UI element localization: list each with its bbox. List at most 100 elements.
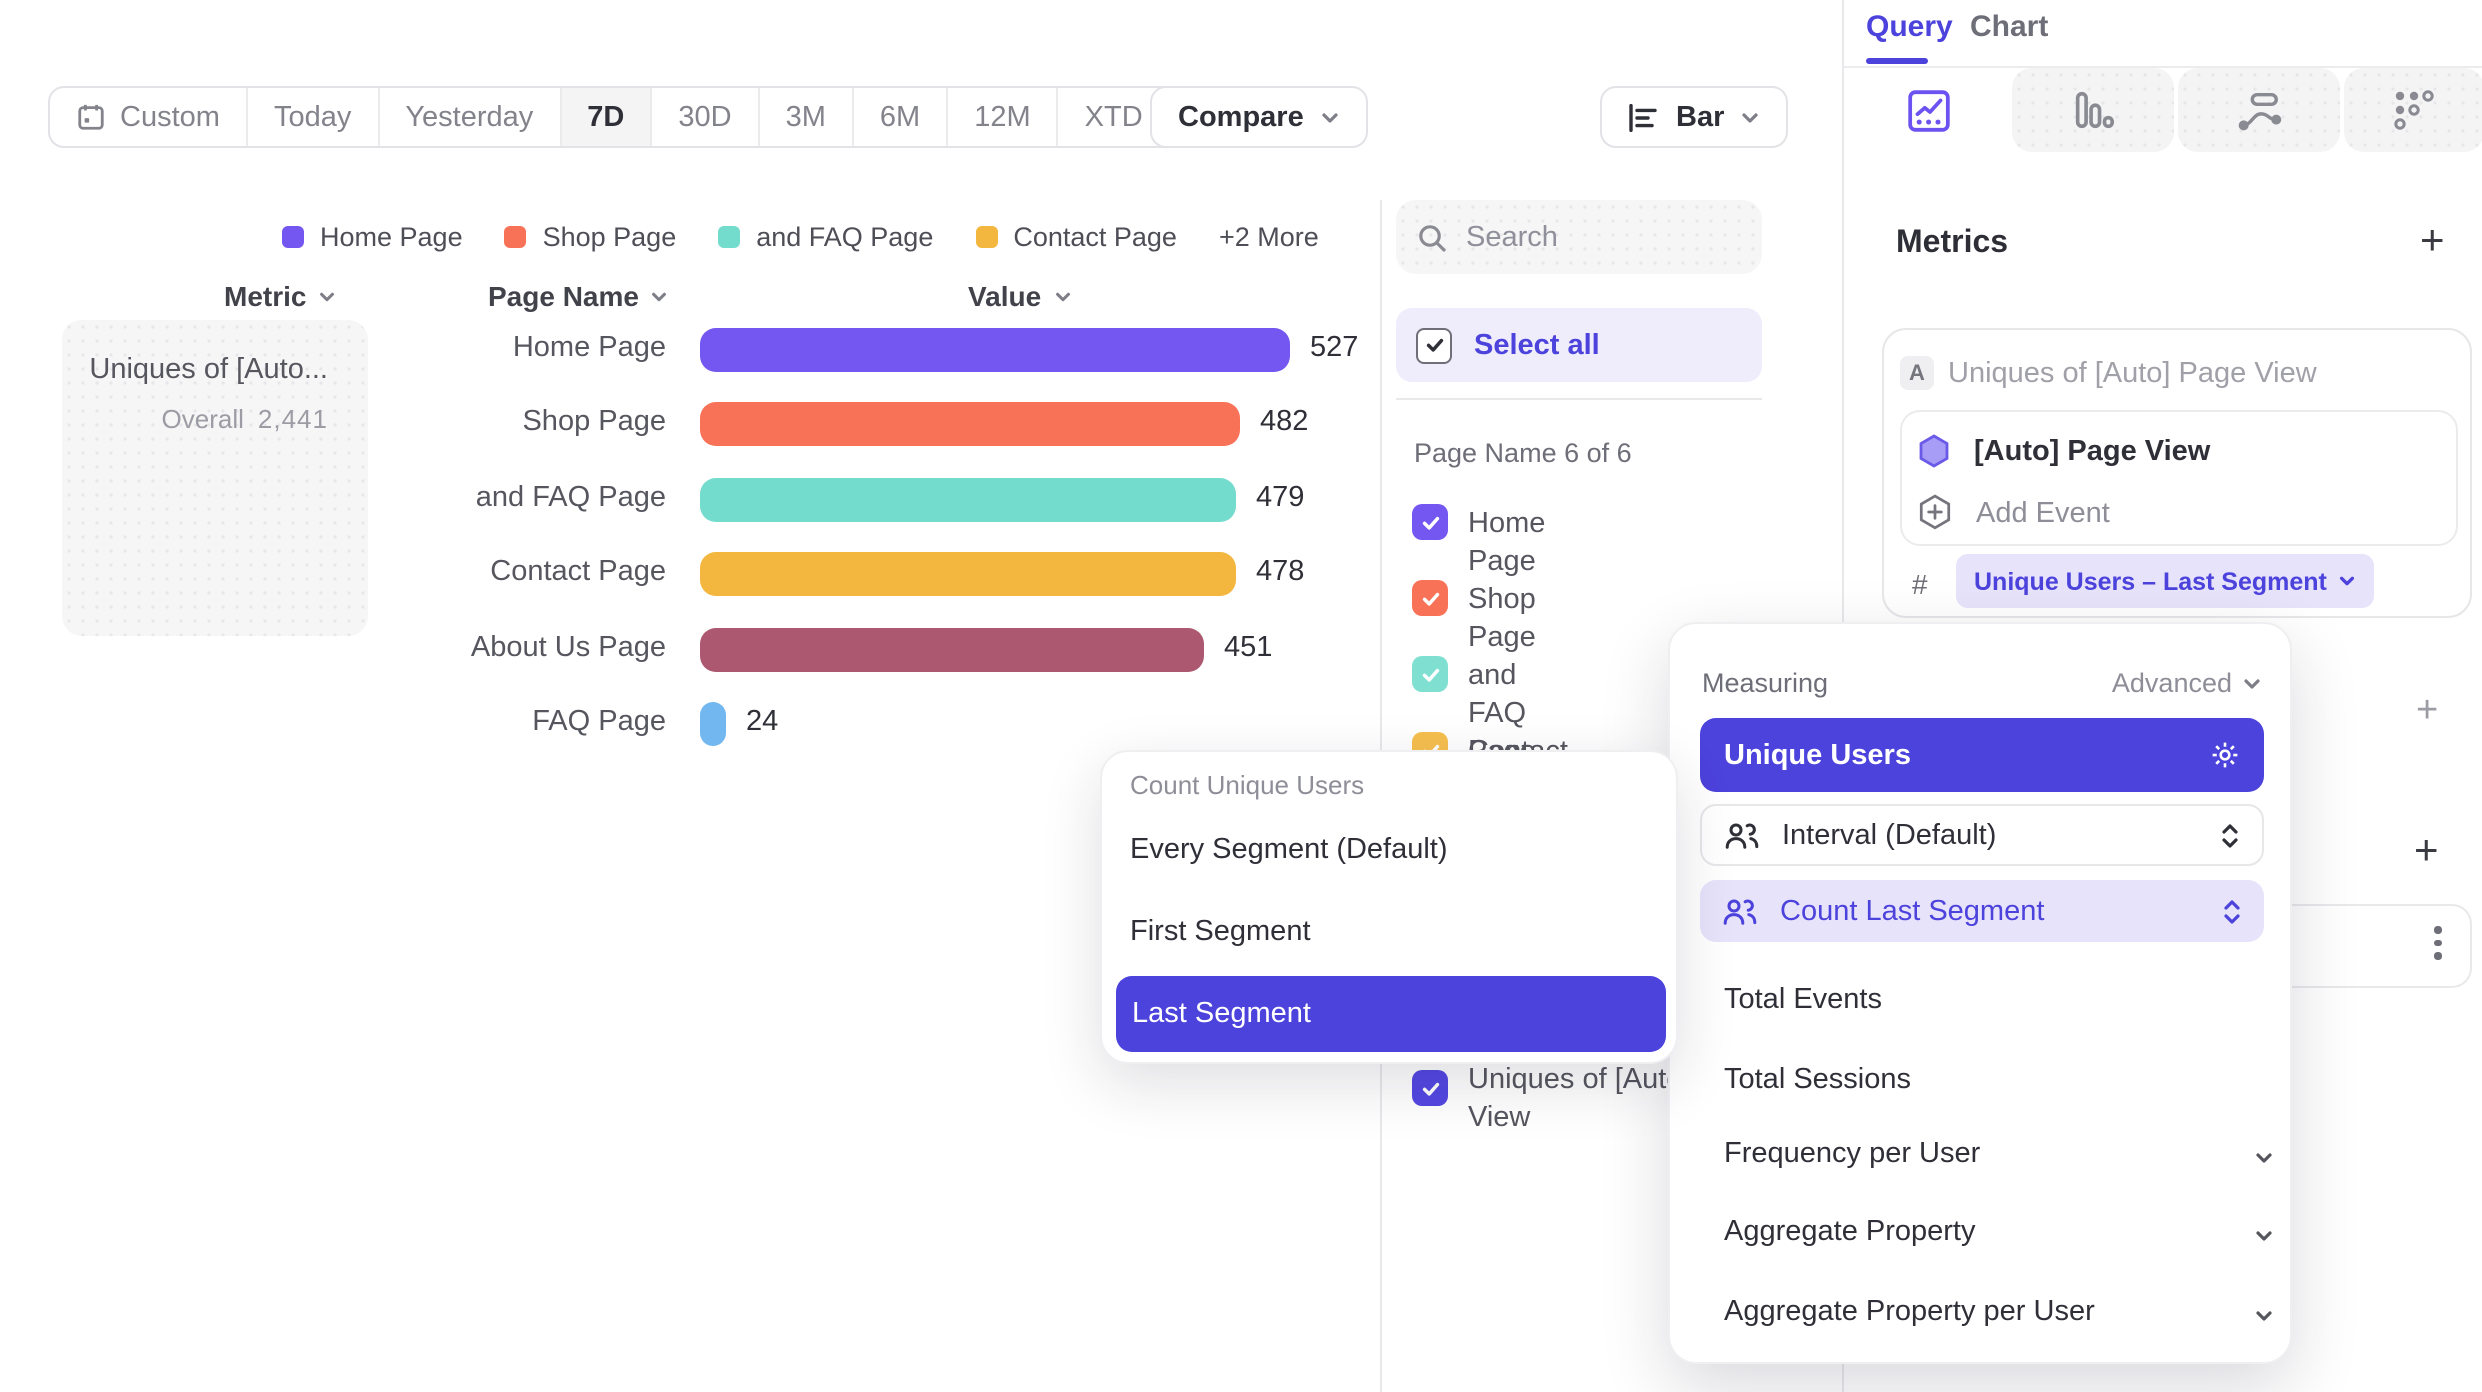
filter-checkbox[interactable] <box>1412 656 1448 692</box>
column-header-metric[interactable]: Metric <box>224 280 336 312</box>
select-all-checkbox[interactable] <box>1416 327 1452 363</box>
calendar-icon <box>76 102 106 132</box>
chevron-down-icon <box>2254 1302 2274 1334</box>
advanced-toggle[interactable]: Advanced <box>2112 668 2262 698</box>
date-range-3m[interactable]: 3M <box>760 88 854 146</box>
date-range-label: 30D <box>678 101 731 133</box>
event-row[interactable]: [Auto] Page View <box>1918 434 2210 470</box>
page-name-header-label: Page Name <box>488 280 639 312</box>
stepper-icon <box>2220 821 2240 849</box>
compare-label: Compare <box>1178 101 1304 133</box>
compare-button[interactable]: Compare <box>1150 86 1368 148</box>
add-event-label: Add Event <box>1976 497 2110 529</box>
interval-label: Interval (Default) <box>1782 819 1996 851</box>
date-range-yesterday[interactable]: Yesterday <box>379 88 561 146</box>
chevron-down-icon <box>2254 1222 2274 1254</box>
filter-checkbox[interactable] <box>1412 504 1448 540</box>
chart-type-select[interactable]: Bar <box>1600 86 1788 148</box>
option-interval-default[interactable]: Interval (Default) <box>1700 804 2264 866</box>
bar-value: 451 <box>1224 631 1272 663</box>
bar-shop-page[interactable] <box>700 402 1240 446</box>
metric-filter-checkbox[interactable] <box>1412 1070 1448 1106</box>
select-all-row[interactable]: Select all <box>1396 308 1762 382</box>
measuring-option-aggregate-property-per-user[interactable]: Aggregate Property per User <box>1724 1296 2095 1328</box>
date-range-12m[interactable]: 12M <box>948 88 1058 146</box>
metric-query-card: A Uniques of [Auto] Page View [Auto] Pag… <box>1882 328 2472 618</box>
bar-home-page[interactable] <box>700 327 1290 371</box>
filter-item-home-page[interactable]: Home Page <box>1412 504 1545 581</box>
column-header-value[interactable]: Value <box>968 280 1071 312</box>
measure-pill-label: Unique Users – Last Segment <box>1974 567 2327 595</box>
measuring-option-total-sessions[interactable]: Total Sessions <box>1724 1064 1911 1096</box>
chevron-down-icon <box>2339 572 2357 590</box>
filter-checkbox[interactable] <box>1412 580 1448 616</box>
count-last-segment-label: Count Last Segment <box>1780 895 2044 927</box>
measuring-option-frequency-per-user[interactable]: Frequency per User <box>1724 1138 1980 1170</box>
gear-icon[interactable] <box>2210 740 2240 770</box>
add-filter-button[interactable]: + <box>2416 690 2438 734</box>
legend-label: Home Page <box>320 222 463 252</box>
add-event-button[interactable]: Add Event <box>1918 494 2110 532</box>
date-range-30d[interactable]: 30D <box>652 88 759 146</box>
legend-more[interactable]: +2 More <box>1219 222 1319 252</box>
tab-retention[interactable] <box>2344 68 2482 152</box>
legend-label: Contact Page <box>1013 222 1177 252</box>
date-range-custom[interactable]: Custom <box>50 88 248 146</box>
measuring-option-total-events[interactable]: Total Events <box>1724 984 1882 1016</box>
chevron-down-icon <box>2254 1144 2274 1176</box>
chevron-down-icon <box>1320 107 1340 127</box>
search-input[interactable] <box>1466 221 1726 253</box>
people-icon <box>1724 821 1760 849</box>
filter-group-label: Page Name 6 of 6 <box>1414 438 1632 468</box>
hexagon-plus-icon <box>1918 494 1952 532</box>
measuring-title: Measuring <box>1702 668 1828 698</box>
bar-about-us-page[interactable] <box>700 627 1204 671</box>
segment-option-every-segment-default[interactable]: Every Segment (Default) <box>1130 834 1448 866</box>
event-card: [Auto] Page View Add Event <box>1900 410 2458 546</box>
bar-and-faq-page[interactable] <box>700 477 1236 521</box>
metric-badge: A <box>1900 356 1934 390</box>
people-icon <box>1722 897 1758 925</box>
tab-funnels[interactable] <box>2012 68 2174 152</box>
tab-query[interactable]: Query <box>1866 10 1953 44</box>
option-unique-users[interactable]: Unique Users <box>1700 718 2264 792</box>
chevron-down-icon <box>1053 287 1071 305</box>
option-count-last-segment[interactable]: Count Last Segment <box>1700 880 2264 942</box>
legend-item-shop-page[interactable]: Shop Page <box>505 222 677 252</box>
add-breakdown-button[interactable]: + <box>2414 828 2439 876</box>
date-range-today[interactable]: Today <box>248 88 379 146</box>
tab-chart[interactable]: Chart <box>1970 10 2048 44</box>
bar-chart-icon <box>1628 103 1660 131</box>
measure-pill-button[interactable]: Unique Users – Last Segment <box>1956 554 2375 608</box>
stepper-icon <box>2222 897 2242 925</box>
filter-item-shop-page[interactable]: Shop Page <box>1412 580 1536 657</box>
bar-value: 479 <box>1256 481 1304 513</box>
legend-item-contact-page[interactable]: Contact Page <box>975 222 1177 252</box>
bar-faq-page[interactable] <box>700 702 726 746</box>
legend-item-and-faq-page[interactable]: and FAQ Page <box>718 222 933 252</box>
row-label: FAQ Page <box>300 706 666 738</box>
row-label: Shop Page <box>300 406 666 438</box>
segment-option-last-segment[interactable]: Last Segment <box>1116 976 1666 1052</box>
bar-contact-page[interactable] <box>700 552 1236 596</box>
segment-search <box>1396 200 1762 274</box>
measuring-option-aggregate-property[interactable]: Aggregate Property <box>1724 1216 1976 1248</box>
bar-value: 527 <box>1310 331 1358 363</box>
legend-item-home-page[interactable]: Home Page <box>282 222 463 252</box>
column-header-page-name[interactable]: Page Name <box>488 280 669 312</box>
date-range-label: 12M <box>974 101 1030 133</box>
date-range-label: 3M <box>786 101 826 133</box>
tab-flows[interactable] <box>2178 68 2340 152</box>
metrics-section-title: Metrics <box>1896 226 2008 262</box>
metric-summary-card[interactable]: Uniques of [Auto... Overall2,441 <box>62 320 368 636</box>
row-label: About Us Page <box>300 631 666 663</box>
insights-chart-icon <box>1905 87 1951 133</box>
add-metric-button[interactable]: + <box>2420 218 2445 266</box>
tab-insights[interactable] <box>1846 68 2010 152</box>
date-range-6m[interactable]: 6M <box>854 88 948 146</box>
bar-value: 478 <box>1256 556 1304 588</box>
legend-label: and FAQ Page <box>756 222 933 252</box>
kebab-menu-icon[interactable] <box>2434 926 2441 959</box>
segment-option-first-segment[interactable]: First Segment <box>1130 916 1311 948</box>
date-range-7d[interactable]: 7D <box>561 88 652 146</box>
